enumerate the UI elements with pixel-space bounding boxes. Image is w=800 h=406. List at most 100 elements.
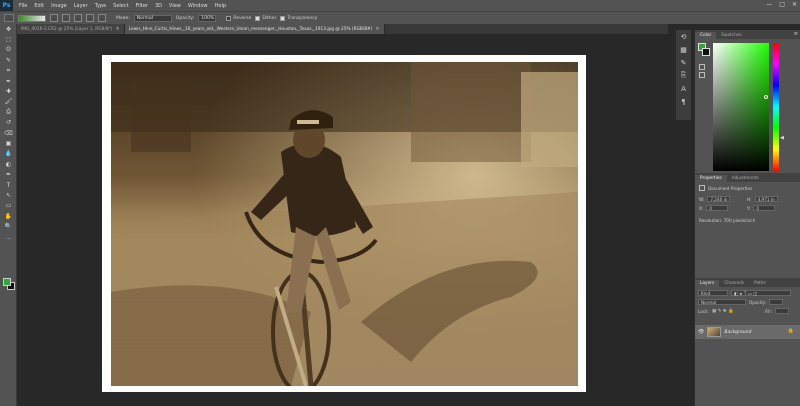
menu-file[interactable]: File xyxy=(19,3,27,9)
character-panel-icon[interactable]: A xyxy=(676,82,691,95)
visibility-eye-icon[interactable]: 👁 xyxy=(698,329,704,335)
menu-type[interactable]: Type xyxy=(95,3,106,9)
opacity-input[interactable]: 100% xyxy=(198,14,217,22)
close-tab-icon[interactable]: × xyxy=(115,26,119,32)
move-icon[interactable]: ✥ xyxy=(0,24,17,34)
menu-image[interactable]: Image xyxy=(51,3,67,9)
layer-filter-icons[interactable]: ◧ ◈ T ▭ ◫ xyxy=(731,290,791,296)
tab-channels[interactable]: Channels xyxy=(719,280,749,287)
close-tab-icon[interactable]: × xyxy=(375,26,379,32)
history-panel-icon[interactable]: ⟲ xyxy=(676,30,691,43)
panel-menu-icon[interactable]: ≡ xyxy=(794,31,798,37)
y-field[interactable]: 0 xyxy=(753,205,776,211)
tool-preset-picker[interactable] xyxy=(4,14,14,22)
zoom-icon[interactable]: 🔍 xyxy=(0,221,17,231)
close-button[interactable]: ✕ xyxy=(792,1,797,8)
tab-properties[interactable]: Properties xyxy=(695,175,727,182)
tab-adjustments[interactable]: Adjustments xyxy=(727,175,764,182)
reflected-gradient-icon[interactable] xyxy=(86,14,94,22)
x-field[interactable]: 0 xyxy=(706,205,729,211)
menu-layer[interactable]: Layer xyxy=(74,3,88,9)
dodge-icon[interactable]: ◐ xyxy=(0,159,17,169)
menu-edit[interactable]: Edit xyxy=(34,3,44,9)
quick-select-icon[interactable]: ✎ xyxy=(0,55,17,65)
background-color-swatch[interactable] xyxy=(702,48,710,56)
layer-row-background[interactable]: 👁 Background 🔒 xyxy=(695,325,800,339)
maximize-button[interactable]: □ xyxy=(779,1,785,8)
layer-lock-icon: 🔒 xyxy=(787,328,794,334)
layer-kind-filter[interactable]: Kind xyxy=(698,290,728,296)
menu-3d[interactable]: 3D xyxy=(155,3,162,9)
web-safe-icon[interactable] xyxy=(699,72,705,78)
hue-slider[interactable] xyxy=(773,43,779,171)
document-canvas[interactable] xyxy=(102,55,586,392)
tab-swatches[interactable]: Swatches xyxy=(716,32,747,39)
color-picker-field[interactable] xyxy=(713,43,769,171)
lasso-icon[interactable]: ʘ xyxy=(0,45,17,55)
marquee-icon[interactable]: ⬚ xyxy=(0,34,17,44)
reverse-option[interactable]: Reverse xyxy=(226,15,251,21)
height-row: H: 4,971 in xyxy=(747,196,778,202)
crop-icon[interactable]: ⌗ xyxy=(0,66,17,76)
tab-layers[interactable]: Layers xyxy=(695,280,720,287)
menu-view[interactable]: View xyxy=(169,3,181,9)
document-tab[interactable]: IMG_0016-2.CR2 @ 25% (Layer 1, RGB/8*) × xyxy=(17,24,125,34)
more-tools-icon[interactable]: … xyxy=(0,232,17,242)
layer-opacity-label: Opacity: xyxy=(749,299,767,305)
lock-icons[interactable]: ▦ ✎ ✥ 🔒 xyxy=(712,309,762,314)
gradient-picker[interactable] xyxy=(18,14,46,22)
menu-window[interactable]: Window xyxy=(188,3,208,9)
reverse-checkbox[interactable] xyxy=(226,15,232,21)
layer-opacity-input[interactable] xyxy=(769,299,784,305)
blur-icon[interactable]: 💧 xyxy=(0,149,17,159)
history-brush-icon[interactable]: ↺ xyxy=(0,118,17,128)
resolution-row: Resolution: 700 pixels/inch xyxy=(699,218,755,223)
brush-presets-icon[interactable]: ▦ xyxy=(676,43,691,56)
path-select-icon[interactable]: ↖ xyxy=(0,190,17,200)
document-tab[interactable]: Lewis_Hine_Curtis_Hines,_16_years_old,_W… xyxy=(124,24,385,34)
dither-checkbox[interactable] xyxy=(255,15,261,21)
paragraph-panel-icon[interactable]: ¶ xyxy=(676,95,691,108)
menu-select[interactable]: Select xyxy=(113,3,128,9)
hand-icon[interactable]: ✋ xyxy=(0,211,17,221)
layer-fill-input[interactable] xyxy=(774,308,789,314)
height-field[interactable]: 4,971 in xyxy=(754,196,778,202)
eyedropper-icon[interactable]: ✒ xyxy=(0,76,17,86)
layer-name[interactable]: Background xyxy=(724,330,751,335)
diamond-gradient-icon[interactable] xyxy=(98,14,106,22)
tab-paths[interactable]: Paths xyxy=(749,280,771,287)
eraser-icon[interactable]: ⌫ xyxy=(0,128,17,138)
transparency-label: Transparency xyxy=(287,15,318,21)
clone-stamp-icon[interactable]: ⎙ xyxy=(0,107,17,117)
canvas-area[interactable] xyxy=(17,34,668,406)
photo-image xyxy=(111,62,578,386)
rectangle-icon[interactable]: ▭ xyxy=(0,201,17,211)
color-swatches[interactable] xyxy=(698,43,710,56)
gradient-icon[interactable]: ▣ xyxy=(0,138,17,148)
brush-panel-icon[interactable]: ✎ xyxy=(676,56,691,69)
mode-select[interactable]: Normal xyxy=(133,14,172,22)
width-field[interactable]: 7,240 in xyxy=(707,196,731,202)
dither-option[interactable]: Dither xyxy=(255,15,276,21)
color-swatches[interactable] xyxy=(3,278,15,290)
linear-gradient-icon[interactable] xyxy=(50,14,58,22)
transparency-checkbox[interactable] xyxy=(280,15,286,21)
brush-icon[interactable]: 🖌 xyxy=(0,97,17,107)
menu-filter[interactable]: Filter xyxy=(136,3,148,9)
foreground-color-swatch[interactable] xyxy=(3,278,11,286)
y-label: Y: xyxy=(747,205,751,211)
type-icon[interactable]: T xyxy=(0,180,17,190)
hue-slider-handle[interactable]: ◀ xyxy=(780,135,784,141)
angle-gradient-icon[interactable] xyxy=(74,14,82,22)
gamut-warning-icon[interactable] xyxy=(699,64,705,70)
transparency-option[interactable]: Transparency xyxy=(280,15,318,21)
radial-gradient-icon[interactable] xyxy=(62,14,70,22)
minimize-button[interactable]: — xyxy=(766,1,772,8)
menu-help[interactable]: Help xyxy=(215,3,226,9)
color-picker-marker[interactable] xyxy=(764,95,768,99)
layer-blend-mode[interactable]: Normal xyxy=(698,299,746,305)
healing-icon[interactable]: ✚ xyxy=(0,86,17,96)
clone-source-icon[interactable]: ⎘ xyxy=(676,69,691,82)
tab-color[interactable]: Color xyxy=(695,32,717,39)
pen-icon[interactable]: ✒ xyxy=(0,169,17,179)
